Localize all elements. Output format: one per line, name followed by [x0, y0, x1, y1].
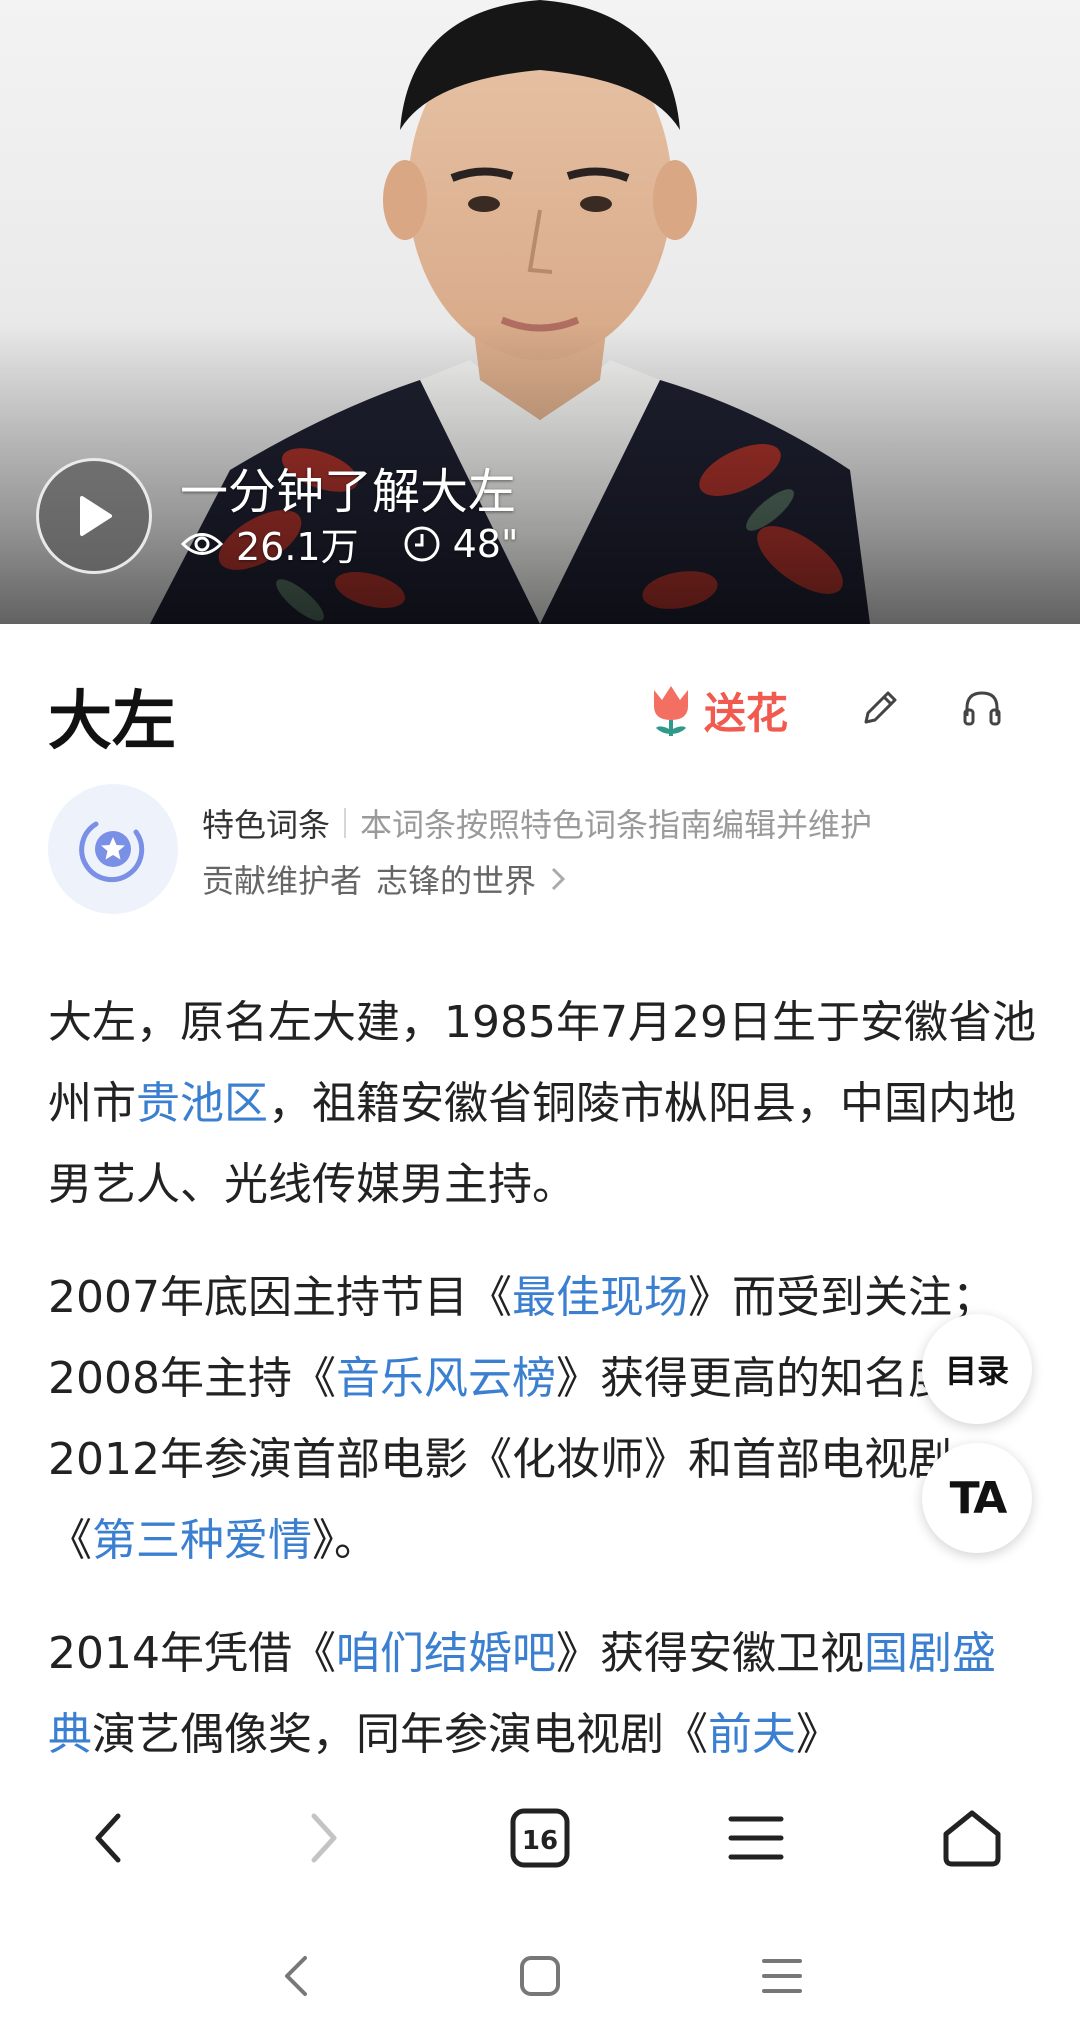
chevron-right-icon: [311, 1813, 337, 1863]
link-guichi[interactable]: 贵池区: [136, 1078, 268, 1129]
featured-entry-info: 特色词条 本词条按照特色词条指南编辑并维护 贡献维护者 志锋的世界: [48, 784, 1038, 914]
send-flower-label: 送花: [704, 689, 789, 738]
duration-text: 48": [452, 521, 519, 566]
contributor-link[interactable]: 贡献维护者 志锋的世界: [202, 856, 566, 902]
headphones-icon: [963, 691, 1001, 726]
chevron-left-icon: [285, 1956, 307, 1996]
menu-icon: [762, 1959, 802, 1993]
view-count: 26.1万: [180, 516, 359, 571]
duration: 48": [403, 521, 519, 566]
browser-toolbar: 16: [0, 1762, 1080, 1912]
tabs-button[interactable]: 16: [500, 1798, 580, 1878]
ta-label: TA: [949, 1472, 1008, 1524]
featured-description: 本词条按照特色词条指南编辑并维护: [360, 806, 873, 844]
page-title: 大左: [48, 685, 176, 759]
link-third-love[interactable]: 第三种爱情: [92, 1515, 312, 1566]
tabs-icon: 16: [510, 1808, 570, 1868]
view-count-text: 26.1万: [236, 525, 359, 569]
star-badge-icon: [79, 821, 145, 883]
link-lets-marry[interactable]: 咱们结婚吧: [336, 1628, 556, 1679]
system-nav-bar: [0, 1912, 1080, 2038]
featured-tag: 特色词条: [202, 806, 331, 844]
clock-icon: [404, 526, 440, 561]
article-body: 大左，原名左大建，1985年7月29日生于安徽省池州市贵池区，祖籍安徽省铜陵市枞…: [48, 982, 1038, 1757]
pencil-icon: [864, 691, 897, 724]
contributor-label: 贡献维护者: [202, 862, 363, 900]
menu-button[interactable]: [716, 1798, 796, 1878]
listen-button[interactable]: [960, 686, 1004, 734]
link-music-chart[interactable]: 音乐风云榜: [336, 1353, 556, 1404]
play-button[interactable]: [36, 458, 152, 574]
entry-header: 大左 送花: [48, 666, 1032, 759]
video-meta: 26.1万 48": [180, 516, 562, 571]
featured-badge: [48, 784, 178, 914]
square-icon: [520, 1956, 560, 1996]
featured-line: 特色词条 本词条按照特色词条指南编辑并维护: [202, 800, 872, 846]
link-ex-husband[interactable]: 前夫: [708, 1709, 796, 1757]
table-of-contents-button[interactable]: 目录: [922, 1314, 1032, 1424]
play-icon: [80, 496, 112, 536]
system-back-button[interactable]: [266, 1946, 326, 2006]
ta-button[interactable]: TA: [922, 1443, 1032, 1553]
toc-label: 目录: [944, 1352, 1009, 1390]
paragraph-3: 2014年凭借《咱们结婚吧》获得安徽卫视国剧盛典演艺偶像奖，同年参演电视剧《前夫…: [48, 1613, 1038, 1757]
send-flower-button[interactable]: 送花: [648, 680, 788, 741]
eye-icon: [180, 532, 224, 555]
link-best-scene[interactable]: 最佳现场: [512, 1272, 688, 1323]
forward-button[interactable]: [284, 1798, 364, 1878]
paragraph-1: 大左，原名左大建，1985年7月29日生于安徽省池州市贵池区，祖籍安徽省铜陵市枞…: [48, 997, 1036, 1210]
chevron-right-icon: [551, 867, 566, 891]
paragraph-2: 2007年底因主持节目《最佳现场》而受到关注；2008年主持《音乐风云榜》获得更…: [48, 1272, 996, 1566]
home-icon: [943, 1810, 1001, 1867]
menu-icon: [728, 1816, 784, 1860]
tab-count: 16: [522, 1826, 558, 1856]
edit-button[interactable]: [858, 686, 902, 734]
system-home-button[interactable]: [510, 1946, 570, 2006]
video-title: 一分钟了解大左: [180, 464, 517, 520]
tulip-icon: [654, 685, 688, 736]
chevron-left-icon: [95, 1813, 121, 1863]
home-button[interactable]: [932, 1798, 1012, 1878]
back-button[interactable]: [68, 1798, 148, 1878]
divider: [344, 808, 347, 838]
system-recents-button[interactable]: [752, 1946, 812, 2006]
hero-shade: [0, 324, 1080, 624]
video-banner[interactable]: 一分钟了解大左 26.1万 48": [0, 0, 1080, 624]
contributor-name: 志锋的世界: [376, 862, 537, 900]
